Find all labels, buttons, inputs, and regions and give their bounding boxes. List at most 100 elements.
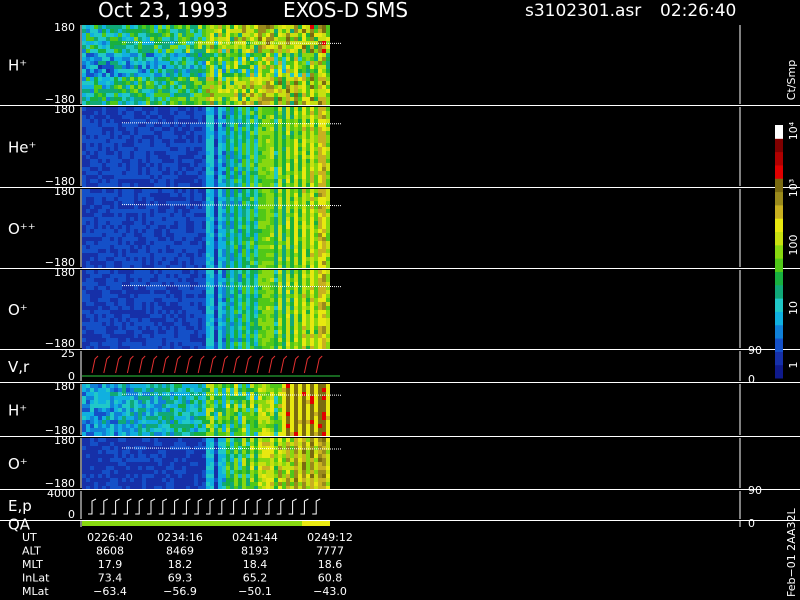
heatmap-cell xyxy=(98,314,102,318)
heatmap-cell xyxy=(162,45,166,49)
heatmap-cell xyxy=(82,241,86,245)
heatmap-cell xyxy=(322,201,326,205)
heatmap-cell xyxy=(258,282,262,286)
heatmap-cell xyxy=(122,257,126,261)
heatmap-cell xyxy=(278,45,282,49)
heatmap-cell xyxy=(314,93,318,97)
heatmap-cell xyxy=(190,33,194,37)
heatmap-cell xyxy=(122,241,126,245)
heatmap-cell xyxy=(214,253,218,257)
heatmap-cell xyxy=(314,233,318,237)
heatmap-cell xyxy=(202,127,206,131)
heatmap-cell xyxy=(122,342,126,346)
heatmap-cell xyxy=(274,25,278,29)
heatmap-cell xyxy=(162,338,166,342)
heatmap-cell xyxy=(150,49,154,53)
heatmap-cell xyxy=(238,107,242,111)
heatmap-cell xyxy=(202,73,206,77)
heatmap-cell xyxy=(86,57,90,61)
heatmap-cell xyxy=(122,326,126,330)
heatmap-cell xyxy=(310,167,314,171)
heatmap-cell xyxy=(322,217,326,221)
heatmap-cell xyxy=(106,171,110,175)
heatmap-cell xyxy=(130,57,134,61)
heatmap-cell xyxy=(102,183,106,187)
heatmap-cell xyxy=(106,302,110,306)
heatmap-cell xyxy=(174,45,178,49)
heatmap-cell xyxy=(326,189,330,193)
heatmap-cell xyxy=(162,257,166,261)
heatmap-cell xyxy=(206,278,210,282)
heatmap-cell xyxy=(178,183,182,187)
heatmap-cell xyxy=(206,249,210,253)
heatmap-cell xyxy=(154,131,158,135)
heatmap-cell xyxy=(198,326,202,330)
heatmap-cell xyxy=(114,107,118,111)
heatmap-cell xyxy=(206,65,210,69)
heatmap-cell xyxy=(238,89,242,93)
heatmap-cell xyxy=(86,115,90,119)
heatmap-cell xyxy=(142,159,146,163)
heatmap-cell xyxy=(158,101,162,105)
heatmap-cell xyxy=(254,310,258,314)
heatmap-cell xyxy=(286,253,290,257)
heatmap-cell xyxy=(198,302,202,306)
heatmap-cell xyxy=(186,101,190,105)
heatmap-cell xyxy=(122,57,126,61)
heatmap-cell xyxy=(214,81,218,85)
heatmap-cell xyxy=(206,233,210,237)
heatmap-cell xyxy=(302,298,306,302)
heatmap-cell xyxy=(202,225,206,229)
heatmap-cell xyxy=(142,147,146,151)
heatmap-cell xyxy=(234,69,238,73)
heatmap-cell xyxy=(258,163,262,167)
heatmap-cell xyxy=(226,221,230,225)
heatmap-cell xyxy=(210,298,214,302)
heatmap-cell xyxy=(198,270,202,274)
heatmap-cell xyxy=(234,49,238,53)
heatmap-cell xyxy=(162,270,166,274)
heatmap-cell xyxy=(126,225,130,229)
heatmap-cell xyxy=(150,111,154,115)
heatmap-cell xyxy=(254,302,258,306)
heatmap-cell xyxy=(262,253,266,257)
heatmap-cell xyxy=(102,261,106,265)
heatmap-cell xyxy=(322,127,326,131)
heatmap-cell xyxy=(198,97,202,101)
heatmap-cell xyxy=(226,290,230,294)
heatmap-cell xyxy=(138,77,142,81)
heatmap-cell xyxy=(150,37,154,41)
heatmap-cell xyxy=(278,151,282,155)
heatmap-cell xyxy=(298,322,302,326)
heatmap-cell xyxy=(198,143,202,147)
heatmap-cell xyxy=(138,302,142,306)
heatmap-cell xyxy=(322,290,326,294)
heatmap-cell xyxy=(286,245,290,249)
heatmap-cell xyxy=(170,229,174,233)
heatmap-cell xyxy=(150,342,154,346)
heatmap-cell xyxy=(134,241,138,245)
heatmap-cell xyxy=(222,119,226,123)
heatmap-cell xyxy=(298,25,302,29)
heatmap-cell xyxy=(290,233,294,237)
heatmap-cell xyxy=(326,257,330,261)
heatmap-cell xyxy=(186,29,190,33)
heatmap-cell xyxy=(130,65,134,69)
heatmap-cell xyxy=(282,278,286,282)
heatmap-cell xyxy=(142,115,146,119)
heatmap-cell xyxy=(130,151,134,155)
heatmap-cell xyxy=(218,249,222,253)
heatmap-cell xyxy=(318,189,322,193)
heatmap-cell xyxy=(122,205,126,209)
heatmap-cell xyxy=(134,330,138,334)
heatmap-cell xyxy=(282,225,286,229)
heatmap-cell xyxy=(190,155,194,159)
heatmap-cell xyxy=(86,37,90,41)
heatmap-cell xyxy=(286,167,290,171)
heatmap-cell xyxy=(234,217,238,221)
heatmap-cell xyxy=(166,261,170,265)
heatmap-cell xyxy=(254,233,258,237)
heatmap-cell xyxy=(290,274,294,278)
heatmap-cell xyxy=(150,131,154,135)
heatmap-cell xyxy=(102,201,106,205)
